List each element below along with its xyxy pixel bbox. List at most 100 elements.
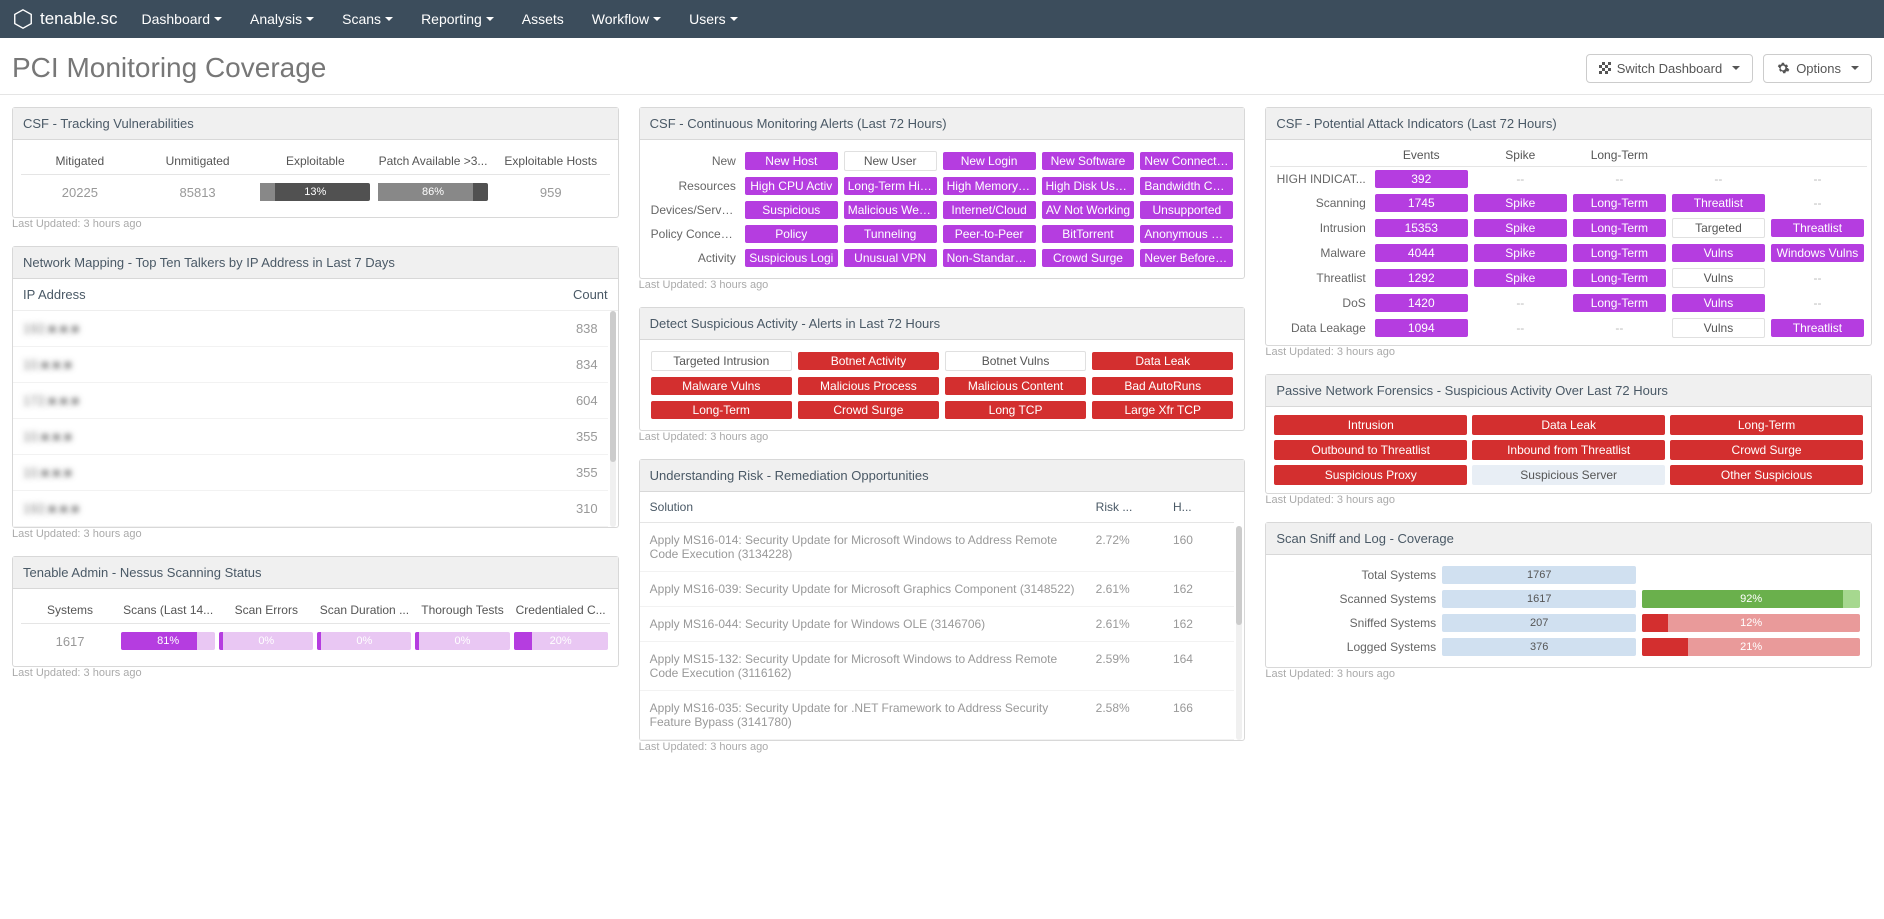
suspicious-cell[interactable]: Targeted Intrusion: [648, 348, 795, 374]
suspicious-cell[interactable]: Malicious Content: [942, 374, 1089, 398]
ip-col-hdr[interactable]: IP Address: [23, 287, 86, 302]
coverage-row[interactable]: Total Systems1767: [1274, 563, 1863, 587]
risk-row[interactable]: Apply MS16-039: Security Update for Micr…: [640, 572, 1235, 607]
alert-cell[interactable]: Long-Term High: [841, 174, 940, 198]
switch-dashboard-button[interactable]: Switch Dashboard: [1586, 54, 1754, 83]
nav-item-workflow[interactable]: Workflow: [592, 11, 661, 27]
ind-col[interactable]: Spike: [1471, 144, 1570, 167]
alert-cell[interactable]: Tunneling: [841, 222, 940, 246]
risk-row[interactable]: Apply MS16-044: Security Update for Wind…: [640, 607, 1235, 642]
ind-cell[interactable]: Vulns: [1669, 241, 1768, 265]
alert-cell[interactable]: Bandwidth Cond: [1137, 174, 1236, 198]
ind-cell[interactable]: Windows Vulns: [1768, 241, 1867, 265]
forensics-cell[interactable]: Other Suspicious: [1670, 465, 1863, 485]
ind-cell[interactable]: Threatlist: [1768, 315, 1867, 341]
suspicious-cell[interactable]: Malware Vulns: [648, 374, 795, 398]
hosts-val[interactable]: 959: [492, 175, 610, 210]
patch-bar[interactable]: 86%: [374, 175, 492, 210]
scan-bar[interactable]: 81%: [119, 624, 217, 659]
tracking-col[interactable]: Exploitable Hosts: [492, 148, 610, 175]
ind-cell[interactable]: Long-Term: [1570, 291, 1669, 315]
risk-row[interactable]: Apply MS16-035: Security Update for .NET…: [640, 691, 1235, 740]
logo[interactable]: tenable.sc: [12, 8, 118, 30]
tracking-col[interactable]: Mitigated: [21, 148, 139, 175]
suspicious-cell[interactable]: Malicious Process: [795, 374, 942, 398]
forensics-cell[interactable]: Outbound to Threatlist: [1274, 440, 1467, 460]
ind-cell[interactable]: --: [1471, 291, 1570, 315]
scan-bar[interactable]: 20%: [512, 624, 610, 659]
scan-col[interactable]: Scan Errors: [217, 597, 315, 624]
ind-cell[interactable]: Vulns: [1669, 315, 1768, 341]
scan-col[interactable]: Scan Duration ...: [315, 597, 413, 624]
suspicious-cell[interactable]: Large Xfr TCP: [1089, 398, 1236, 422]
forensics-cell[interactable]: Inbound from Threatlist: [1472, 440, 1665, 460]
alert-cell[interactable]: Malicious Web C: [841, 198, 940, 222]
alert-cell[interactable]: High Memory Us: [940, 174, 1039, 198]
nav-item-dashboard[interactable]: Dashboard: [142, 11, 223, 27]
ind-cell[interactable]: Long-Term: [1570, 265, 1669, 291]
suspicious-cell[interactable]: Bad AutoRuns: [1089, 374, 1236, 398]
suspicious-cell[interactable]: Crowd Surge: [795, 398, 942, 422]
ind-cell[interactable]: 392: [1372, 167, 1471, 192]
ind-cell[interactable]: 15353: [1372, 215, 1471, 241]
suspicious-cell[interactable]: Long-Term: [648, 398, 795, 422]
alert-cell[interactable]: New User: [841, 148, 940, 174]
alert-cell[interactable]: New Login: [940, 148, 1039, 174]
coverage-row[interactable]: Sniffed Systems20712%: [1274, 611, 1863, 635]
ind-cell[interactable]: --: [1768, 291, 1867, 315]
alert-cell[interactable]: Unusual VPN: [841, 246, 940, 270]
talker-row[interactable]: 10.■.■.■355: [13, 419, 608, 455]
risk-row[interactable]: Apply MS16-014: Security Update for Micr…: [640, 523, 1235, 572]
alert-cell[interactable]: New Software: [1039, 148, 1138, 174]
ind-col[interactable]: Events: [1372, 144, 1471, 167]
forensics-cell[interactable]: Suspicious Server: [1472, 465, 1665, 485]
nav-item-assets[interactable]: Assets: [522, 11, 564, 27]
scrollbar-thumb[interactable]: [1236, 526, 1242, 625]
talker-row[interactable]: 172.■.■.■604: [13, 383, 608, 419]
scan-bar[interactable]: 0%: [413, 624, 511, 659]
ind-cell[interactable]: 4044: [1372, 241, 1471, 265]
alert-cell[interactable]: High Disk Usage: [1039, 174, 1138, 198]
ind-col[interactable]: Long-Term: [1570, 144, 1669, 167]
alert-cell[interactable]: Suspicious Logi: [742, 246, 841, 270]
alert-cell[interactable]: New Connection: [1137, 148, 1236, 174]
alert-cell[interactable]: AV Not Working: [1039, 198, 1138, 222]
suspicious-cell[interactable]: Long TCP: [942, 398, 1089, 422]
nav-item-analysis[interactable]: Analysis: [250, 11, 314, 27]
forensics-cell[interactable]: Data Leak: [1472, 415, 1665, 435]
ind-cell[interactable]: Spike: [1471, 265, 1570, 291]
tracking-col[interactable]: Patch Available >3...: [374, 148, 492, 175]
nav-item-scans[interactable]: Scans: [342, 11, 393, 27]
ind-cell[interactable]: Spike: [1471, 191, 1570, 215]
ind-col[interactable]: [1270, 144, 1371, 167]
ind-cell[interactable]: --: [1768, 265, 1867, 291]
scan-bar[interactable]: 0%: [217, 624, 315, 659]
alert-cell[interactable]: New Host: [742, 148, 841, 174]
nav-item-users[interactable]: Users: [689, 11, 738, 27]
unmitigated-val[interactable]: 85813: [139, 175, 257, 210]
ind-cell[interactable]: --: [1669, 167, 1768, 192]
ind-cell[interactable]: 1745: [1372, 191, 1471, 215]
scrollbar-thumb[interactable]: [610, 311, 616, 462]
alert-cell[interactable]: Policy: [742, 222, 841, 246]
talker-row[interactable]: 10.■.■.■355: [13, 455, 608, 491]
ind-cell[interactable]: Long-Term: [1570, 215, 1669, 241]
ind-cell[interactable]: Threatlist: [1669, 191, 1768, 215]
ind-cell[interactable]: 1420: [1372, 291, 1471, 315]
nav-item-reporting[interactable]: Reporting: [421, 11, 494, 27]
alert-cell[interactable]: Suspicious: [742, 198, 841, 222]
ind-cell[interactable]: --: [1471, 167, 1570, 192]
talker-row[interactable]: 192.■.■.■838: [13, 311, 608, 347]
forensics-cell[interactable]: Crowd Surge: [1670, 440, 1863, 460]
coverage-row[interactable]: Logged Systems37621%: [1274, 635, 1863, 659]
ind-col[interactable]: [1669, 144, 1768, 167]
alert-cell[interactable]: Non-Standard T: [940, 246, 1039, 270]
ind-cell[interactable]: --: [1768, 191, 1867, 215]
alert-cell[interactable]: BitTorrent: [1039, 222, 1138, 246]
ind-cell[interactable]: Targeted: [1669, 215, 1768, 241]
count-col-hdr[interactable]: Count: [573, 287, 608, 302]
talker-row[interactable]: 192.■.■.■310: [13, 491, 608, 527]
ind-cell[interactable]: Spike: [1471, 215, 1570, 241]
ind-cell[interactable]: --: [1768, 167, 1867, 192]
coverage-row[interactable]: Scanned Systems161792%: [1274, 587, 1863, 611]
